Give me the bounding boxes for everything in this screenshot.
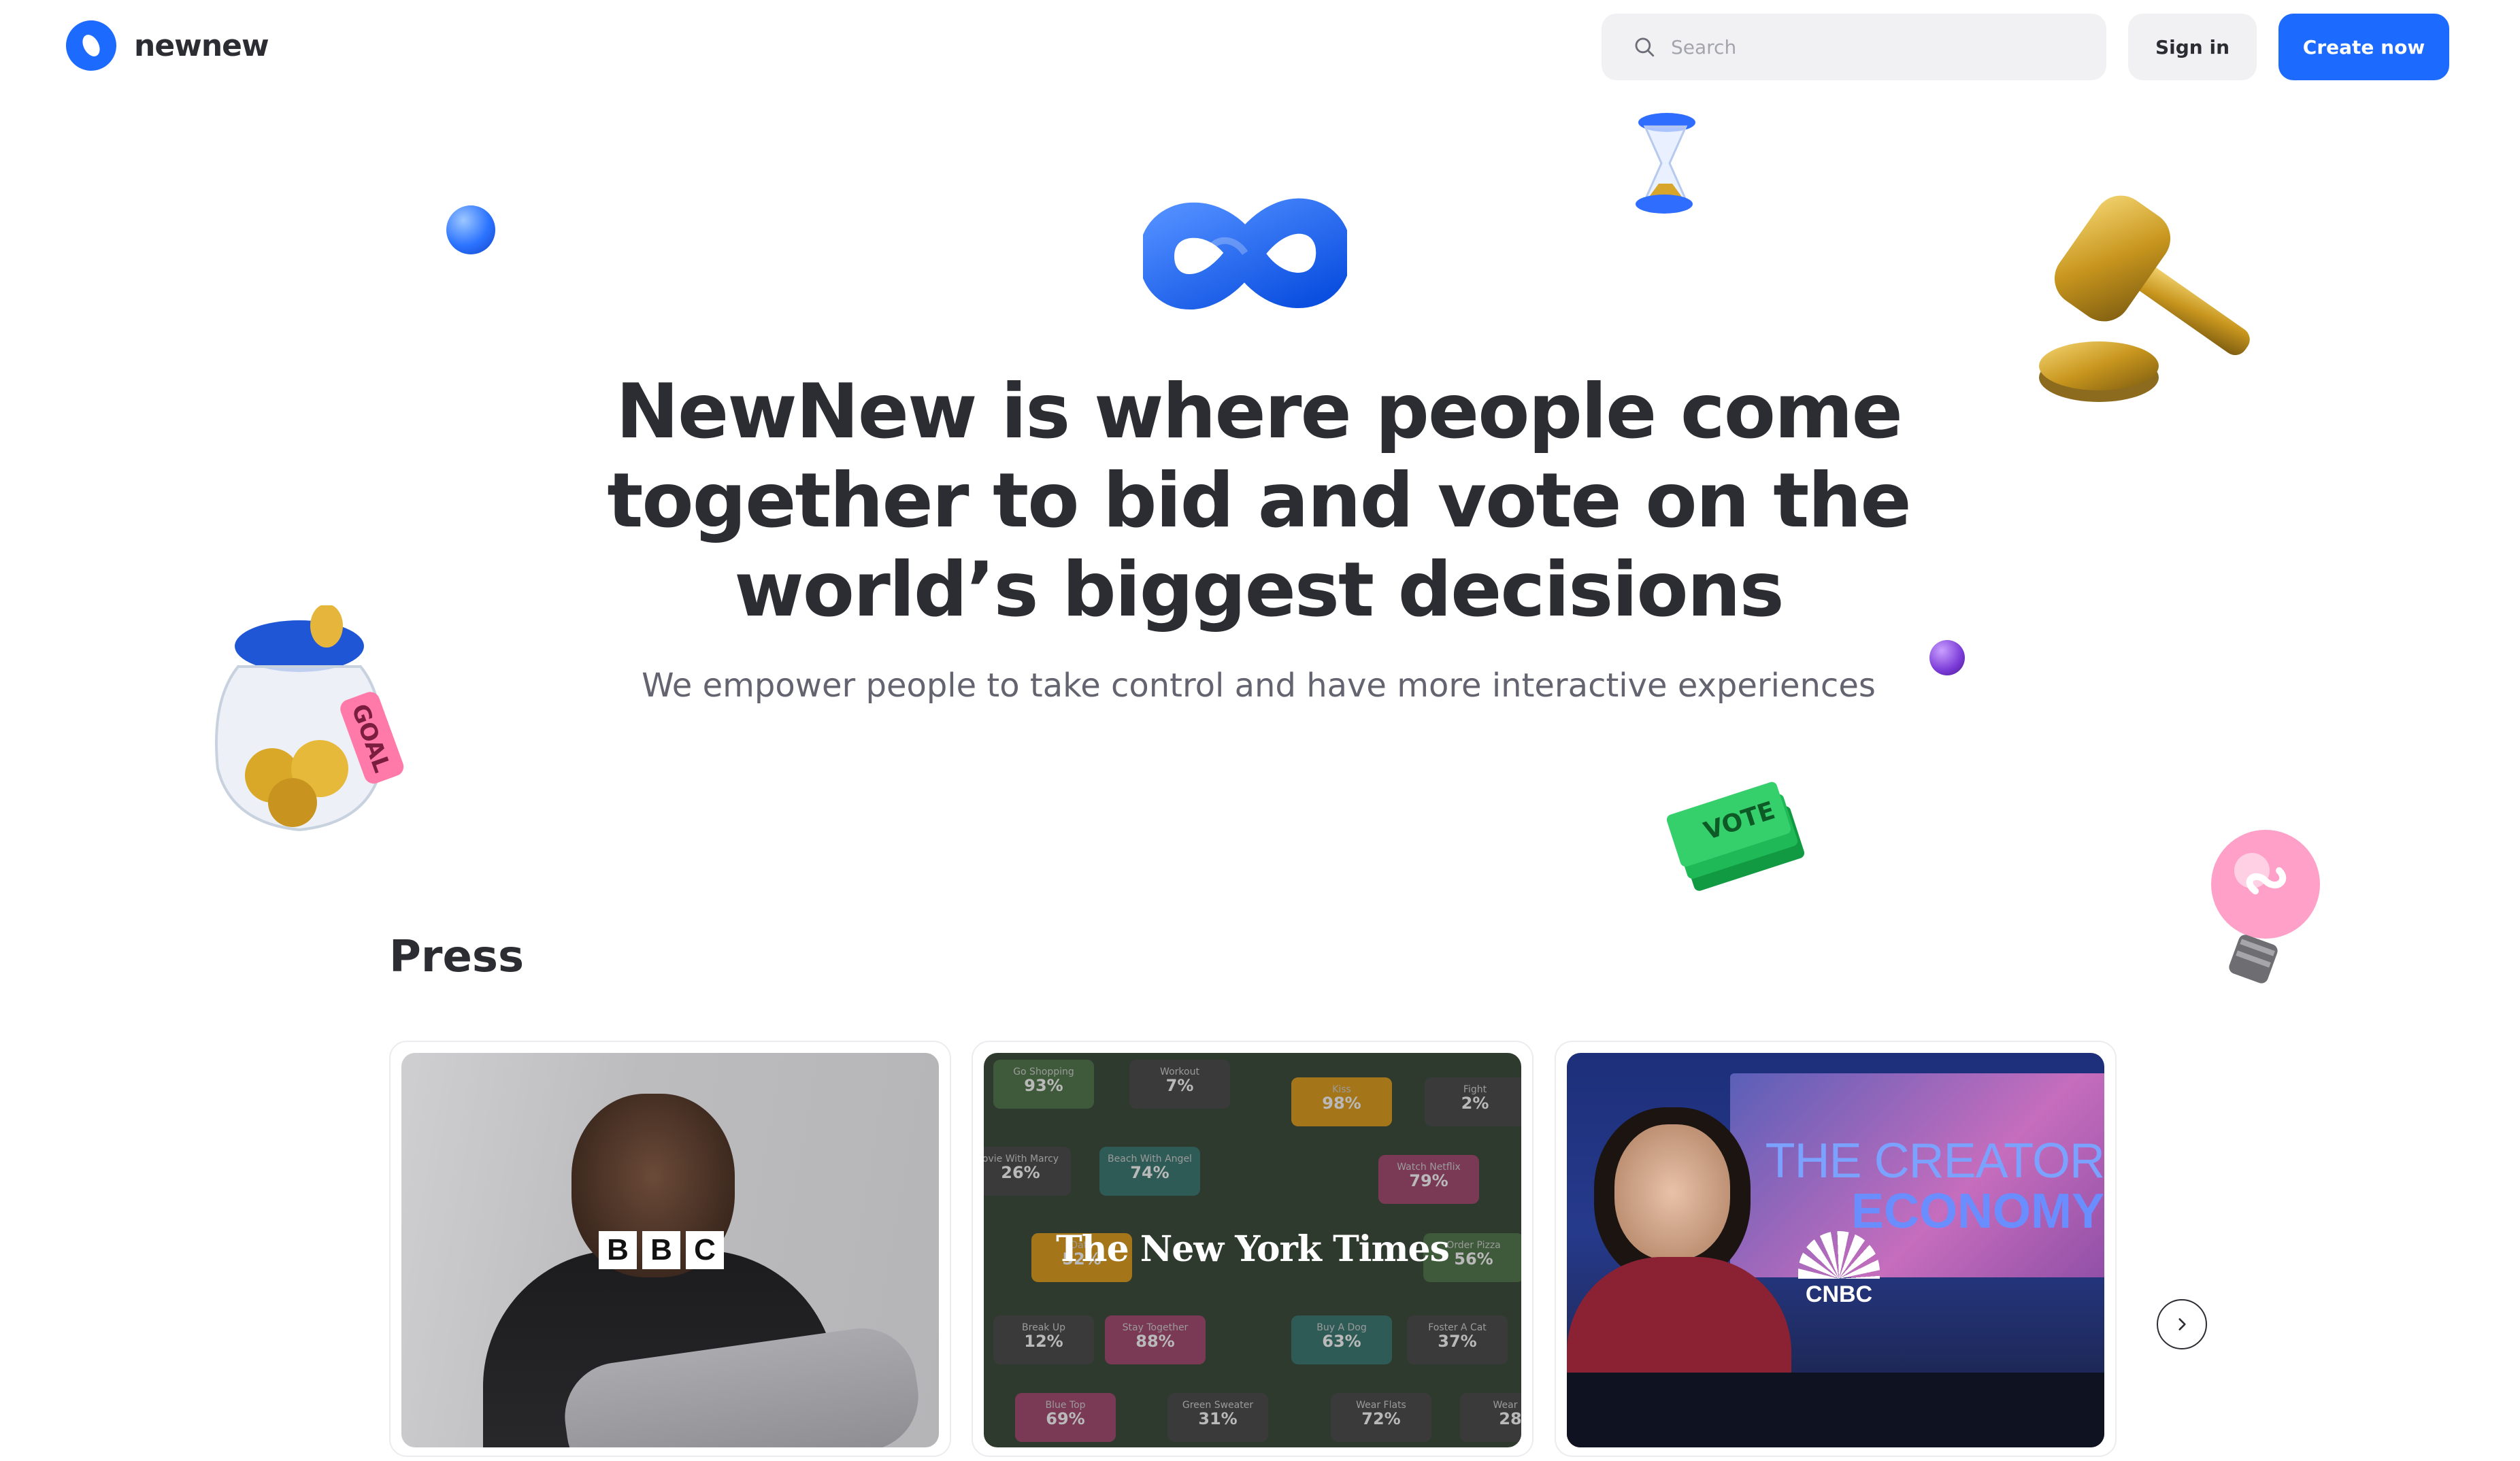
poll-tile: Go Shopping 93% [993, 1060, 1094, 1109]
hero-subline: We empower people to take control and ha… [642, 667, 1876, 705]
poll-tile: Fight 2% [1425, 1077, 1521, 1126]
poll-tile: Watch Netflix 79% [1378, 1155, 1479, 1204]
logo-icon [66, 20, 116, 71]
poll-tile: ovie With Marcy 26% [984, 1147, 1071, 1196]
poll-tile: Wear Flats 72% [1331, 1393, 1431, 1442]
poll-tile: Foster A Cat 37% [1407, 1315, 1508, 1364]
coin-jar-icon: GOAL [215, 605, 404, 832]
brand-logo[interactable]: newnew [66, 20, 269, 71]
poll-tile: Kiss 98% [1291, 1077, 1392, 1126]
newnew-3d-logo-icon [1143, 198, 1347, 309]
cnbc-screen-title-1: THE CREATOR [1765, 1134, 2104, 1188]
poll-tile: Break Up 12% [993, 1315, 1094, 1364]
chevron-right-icon [2178, 1318, 2186, 1330]
gavel-icon [2039, 195, 2250, 402]
poll-tile: Stay Together 88% [1105, 1315, 1206, 1364]
cnbc-thumbnail: THE CREATOR ECONOMY CNBC [1567, 1053, 2104, 1447]
nyt-logo: The New York Times [1056, 1228, 1450, 1270]
hero-headline: NewNew is where people come together to … [607, 368, 1911, 634]
peacock-icon [1798, 1231, 1880, 1279]
vote-tickets-icon: VOTE [1667, 782, 1805, 891]
press-card-nyt[interactable]: Go Shopping 93% Workout 7% Kiss 98% Fight 2%… [972, 1041, 1533, 1457]
poll-tile: Wear H28 [1460, 1393, 1521, 1442]
search-bar[interactable] [1602, 14, 2106, 80]
cnbc-logo: CNBC [1798, 1231, 1880, 1308]
purple-orb-icon [1929, 640, 1965, 675]
create-now-button[interactable]: Create now [2278, 14, 2449, 80]
bbc-thumbnail: B B C [401, 1053, 939, 1447]
press-card-bbc[interactable]: B B C [389, 1041, 951, 1457]
poll-tile: Buy A Dog 63% [1291, 1315, 1392, 1364]
poll-tile: Workout 7% [1129, 1060, 1230, 1109]
poll-tile: Beach With Angel 74% [1099, 1147, 1200, 1196]
lightbulb-icon [2211, 830, 2320, 984]
poll-tile: Blue Top 69% [1015, 1393, 1116, 1442]
press-next-button[interactable] [2157, 1299, 2207, 1349]
hourglass-icon [1636, 113, 1695, 214]
blue-orb-icon [446, 205, 495, 254]
bbc-logo: B B C [599, 1231, 724, 1269]
search-input[interactable] [1670, 35, 2080, 59]
sign-in-button[interactable]: Sign in [2128, 14, 2257, 80]
poll-tile: Green Sweater 31% [1167, 1393, 1268, 1442]
brand-name: newnew [134, 28, 269, 63]
nyt-thumbnail: Go Shopping 93% Workout 7% Kiss 98% Fight 2%… [984, 1053, 1521, 1447]
search-icon [1635, 37, 1655, 57]
cnbc-screen-title-2: ECONOMY [1851, 1184, 2104, 1239]
press-heading: Press [389, 932, 525, 982]
press-card-cnbc[interactable]: THE CREATOR ECONOMY CNBC [1555, 1041, 2117, 1457]
